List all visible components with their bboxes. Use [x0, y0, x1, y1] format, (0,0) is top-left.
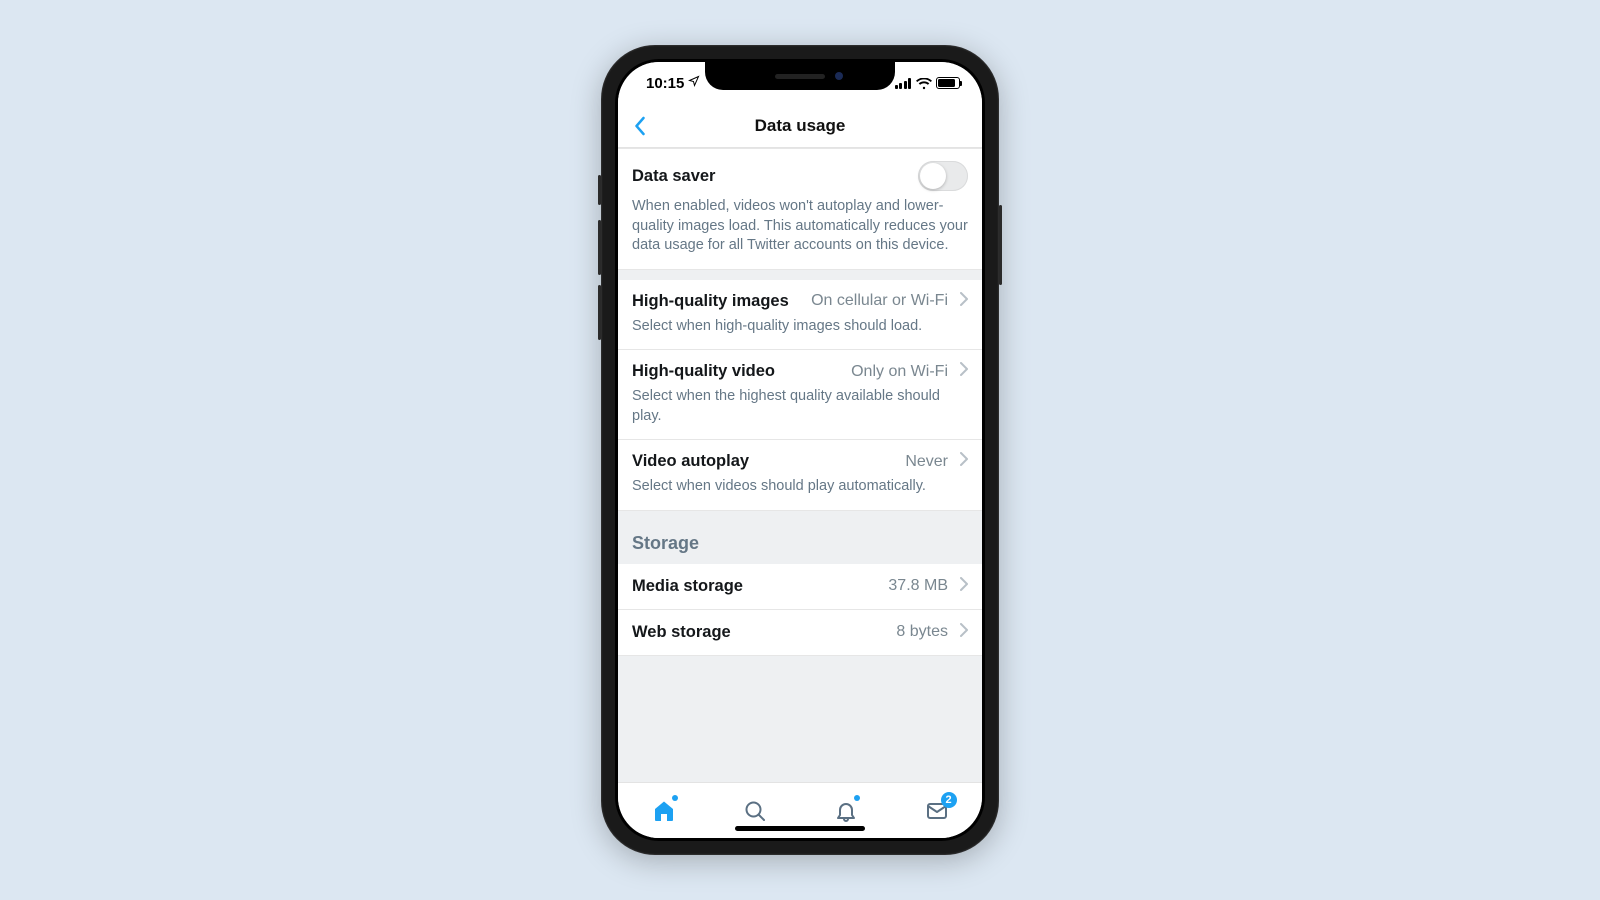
- media-storage-title: Media storage: [632, 577, 743, 596]
- wifi-icon: [916, 78, 931, 89]
- notifications-dot-indicator: [854, 795, 860, 801]
- hqv-title: High-quality video: [632, 362, 775, 381]
- section-gap: [618, 270, 982, 280]
- nav-header: Data usage: [618, 104, 982, 148]
- volume-down: [598, 285, 601, 340]
- tab-messages[interactable]: 2: [907, 791, 967, 831]
- home-dot-indicator: [672, 795, 678, 801]
- power-button: [999, 205, 1002, 285]
- status-time: 10:15: [646, 75, 684, 92]
- data-saver-title: Data saver: [632, 167, 715, 186]
- hqi-title: High-quality images: [632, 292, 789, 311]
- web-storage-value: 8 bytes: [896, 623, 948, 641]
- back-button[interactable]: [628, 104, 668, 147]
- tab-notifications[interactable]: [816, 791, 876, 831]
- location-arrow-icon: [688, 75, 700, 90]
- chevron-right-icon: [960, 292, 968, 311]
- storage-header: Storage: [618, 511, 982, 564]
- content: Data saver When enabled, videos won't au…: [618, 148, 982, 782]
- chevron-right-icon: [960, 362, 968, 381]
- hqi-sub: Select when high-quality images should l…: [632, 317, 968, 337]
- chevron-right-icon: [960, 577, 968, 596]
- autoplay-sub: Select when videos should play automatic…: [632, 477, 968, 497]
- notch: [705, 62, 895, 90]
- tab-search[interactable]: [725, 791, 785, 831]
- messages-badge: 2: [941, 792, 957, 808]
- battery-icon: [936, 77, 960, 89]
- video-autoplay-cell[interactable]: Video autoplay Never Select when videos …: [618, 440, 982, 511]
- hqv-value: Only on Wi-Fi: [851, 363, 948, 381]
- web-storage-cell[interactable]: Web storage 8 bytes: [618, 610, 982, 656]
- web-storage-title: Web storage: [632, 623, 731, 642]
- volume-up: [598, 220, 601, 275]
- autoplay-value: Never: [905, 453, 948, 471]
- page-title: Data usage: [755, 116, 846, 136]
- cellular-signal-icon: [895, 78, 912, 89]
- hqi-value: On cellular or Wi-Fi: [811, 292, 948, 310]
- media-storage-value: 37.8 MB: [888, 577, 948, 595]
- high-quality-video-cell[interactable]: High-quality video Only on Wi-Fi Select …: [618, 350, 982, 440]
- data-saver-cell: Data saver When enabled, videos won't au…: [618, 148, 982, 270]
- high-quality-images-cell[interactable]: High-quality images On cellular or Wi-Fi…: [618, 280, 982, 351]
- phone-shell: 10:15: [601, 45, 999, 855]
- autoplay-title: Video autoplay: [632, 452, 749, 471]
- data-saver-toggle[interactable]: [918, 161, 968, 191]
- media-storage-cell[interactable]: Media storage 37.8 MB: [618, 564, 982, 610]
- screen: 10:15: [618, 62, 982, 838]
- hqv-sub: Select when the highest quality availabl…: [632, 387, 968, 426]
- home-indicator: [735, 826, 865, 831]
- chevron-right-icon: [960, 623, 968, 642]
- mute-switch: [598, 175, 601, 205]
- data-saver-description: When enabled, videos won't autoplay and …: [632, 197, 968, 256]
- chevron-right-icon: [960, 452, 968, 471]
- tab-home[interactable]: [634, 791, 694, 831]
